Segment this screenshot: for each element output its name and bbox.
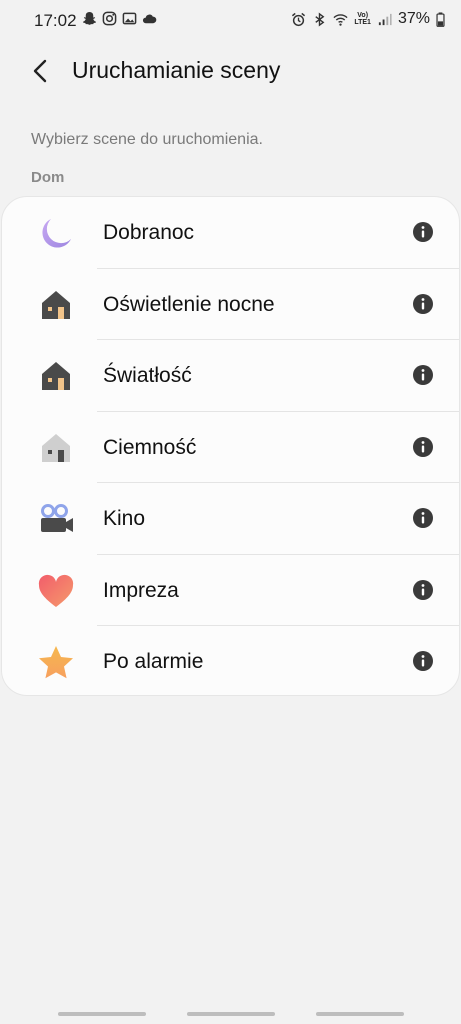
house-dark-icon	[42, 433, 70, 462]
notification-icons	[82, 11, 157, 26]
nav-home-pill[interactable]	[187, 1012, 275, 1016]
scene-label: Ciemność	[103, 435, 197, 459]
back-button[interactable]	[22, 52, 62, 92]
signal-icon	[378, 13, 392, 25]
battery-percent: 37%	[397, 10, 430, 27]
house-light-icon	[42, 362, 70, 390]
info-icon[interactable]	[412, 579, 434, 601]
section-title: Dom	[31, 169, 65, 186]
heart-icon	[38, 574, 74, 607]
battery-icon	[436, 11, 445, 27]
status-right-icons: Vo) LTE1 37%	[291, 10, 445, 28]
cloud-icon	[142, 14, 157, 24]
info-icon[interactable]	[412, 221, 434, 243]
nav-back-pill[interactable]	[316, 1012, 404, 1016]
gallery-icon	[122, 12, 137, 25]
moon-icon	[42, 219, 71, 248]
gesture-nav-bar	[0, 1000, 461, 1024]
volte-label: Vo)	[357, 12, 369, 19]
scene-label: Po alarmie	[103, 650, 204, 673]
scene-label: Oświetlenie nocne	[103, 292, 275, 316]
info-icon[interactable]	[412, 364, 434, 386]
status-bar: 17:02 Vo) LTE1 37%	[0, 0, 461, 42]
snapchat-icon	[82, 11, 97, 25]
scene-label: Dobranoc	[103, 221, 195, 244]
alarm-icon	[292, 12, 306, 26]
scene-label: Światłość	[103, 364, 192, 387]
scene-item-ciemnosc[interactable]: Ciemność	[2, 412, 459, 483]
info-icon[interactable]	[412, 650, 434, 672]
page-title: Uruchamianie sceny	[72, 57, 281, 83]
info-icon[interactable]	[412, 507, 434, 529]
scene-item-kino[interactable]: Kino	[2, 483, 459, 555]
bluetooth-icon	[315, 11, 325, 27]
star-icon	[39, 646, 73, 679]
back-arrow-icon	[33, 59, 47, 83]
scene-list: Dobranoc Oświetlenie nocne Światłość Cie…	[1, 196, 460, 696]
wifi-icon	[333, 13, 348, 26]
network-label: LTE1	[354, 19, 371, 26]
scene-item-impreza[interactable]: Impreza	[2, 555, 459, 626]
scene-item-po-alarmie[interactable]: Po alarmie	[2, 626, 459, 698]
status-time: 17:02	[34, 11, 77, 30]
nav-recent-pill[interactable]	[58, 1012, 146, 1016]
info-icon[interactable]	[412, 436, 434, 458]
info-icon[interactable]	[412, 293, 434, 315]
camera-icon	[41, 504, 73, 532]
scene-item-dobranoc[interactable]: Dobranoc	[2, 197, 459, 269]
page-subtitle: Wybierz scene do uruchomienia.	[31, 131, 263, 148]
house-light-icon	[42, 290, 70, 319]
scene-label: Kino	[103, 507, 146, 530]
scene-item-oswietlenie-nocne[interactable]: Oświetlenie nocne	[2, 269, 459, 340]
volte-indicator: Vo) LTE1	[354, 12, 371, 26]
instagram-icon	[102, 11, 117, 26]
scene-label: Impreza	[103, 578, 179, 602]
scene-item-swiatlosc[interactable]: Światłość	[2, 340, 459, 412]
